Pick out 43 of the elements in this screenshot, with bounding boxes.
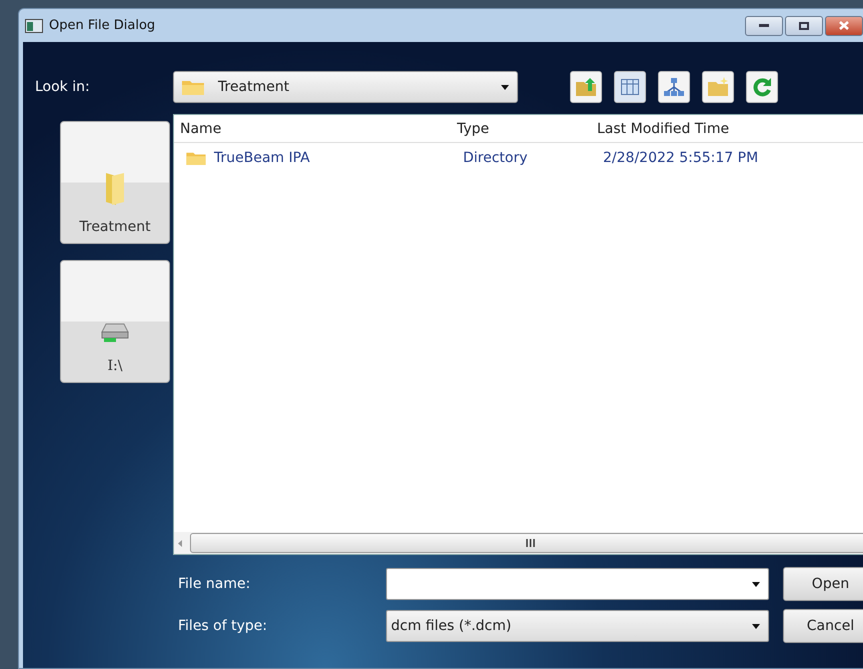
folder-icon: [182, 79, 204, 95]
cancel-button[interactable]: Cancel: [783, 609, 863, 643]
new-folder-button[interactable]: [702, 71, 734, 103]
close-icon: [839, 21, 849, 30]
column-header[interactable]: Last Modified Time: [597, 120, 863, 136]
caret-icon: [501, 84, 509, 90]
modified-time-cell-text: 2/28/2022 5:55:17 PM: [603, 150, 760, 166]
place-button[interactable]: Treatment: [60, 121, 170, 244]
file-name-field[interactable]: [386, 568, 769, 600]
maximize-icon: [799, 22, 809, 30]
refresh-icon: [752, 77, 772, 97]
window-icon: [25, 18, 43, 32]
list-view-icon: [621, 79, 639, 95]
grip-icon: [526, 539, 534, 547]
column-header[interactable]: Type: [457, 120, 597, 136]
caret-icon: [752, 582, 760, 586]
look-in-dropdown[interactable]: Treatment: [173, 71, 518, 103]
folder-up-icon: [575, 77, 597, 97]
refresh-button[interactable]: [746, 71, 778, 103]
column-header[interactable]: Name: [180, 120, 457, 136]
view-button[interactable]: [614, 71, 646, 103]
folder-icon: [104, 171, 126, 205]
close-button[interactable]: [825, 16, 863, 36]
maximize-button[interactable]: [785, 16, 823, 36]
caret-icon: [752, 624, 760, 628]
open-button[interactable]: Open: [783, 567, 863, 601]
tree-icon: [664, 77, 684, 97]
minimize-button[interactable]: [745, 16, 783, 36]
file-type-dropdown[interactable]: dcm files (*.dcm): [386, 610, 769, 642]
place-button[interactable]: I:\: [60, 260, 170, 383]
tree-button[interactable]: [658, 71, 690, 103]
minimize-icon: [759, 24, 769, 27]
new-folder-icon: [707, 77, 729, 97]
file-type-label: Files of type:: [178, 618, 268, 634]
window-title: Open File Dialog: [49, 18, 156, 33]
scroll-left-icon: [178, 540, 182, 546]
file-name: TrueBeam IPA: [214, 150, 310, 166]
file-name-cell[interactable]: TrueBeam IPA: [186, 150, 463, 166]
look-in-label: Look in:: [35, 79, 91, 95]
up-button[interactable]: [570, 71, 602, 103]
file-type-cell-text: Directory: [463, 150, 529, 166]
folder-icon: [186, 151, 206, 165]
file-name-label: File name:: [178, 576, 252, 592]
